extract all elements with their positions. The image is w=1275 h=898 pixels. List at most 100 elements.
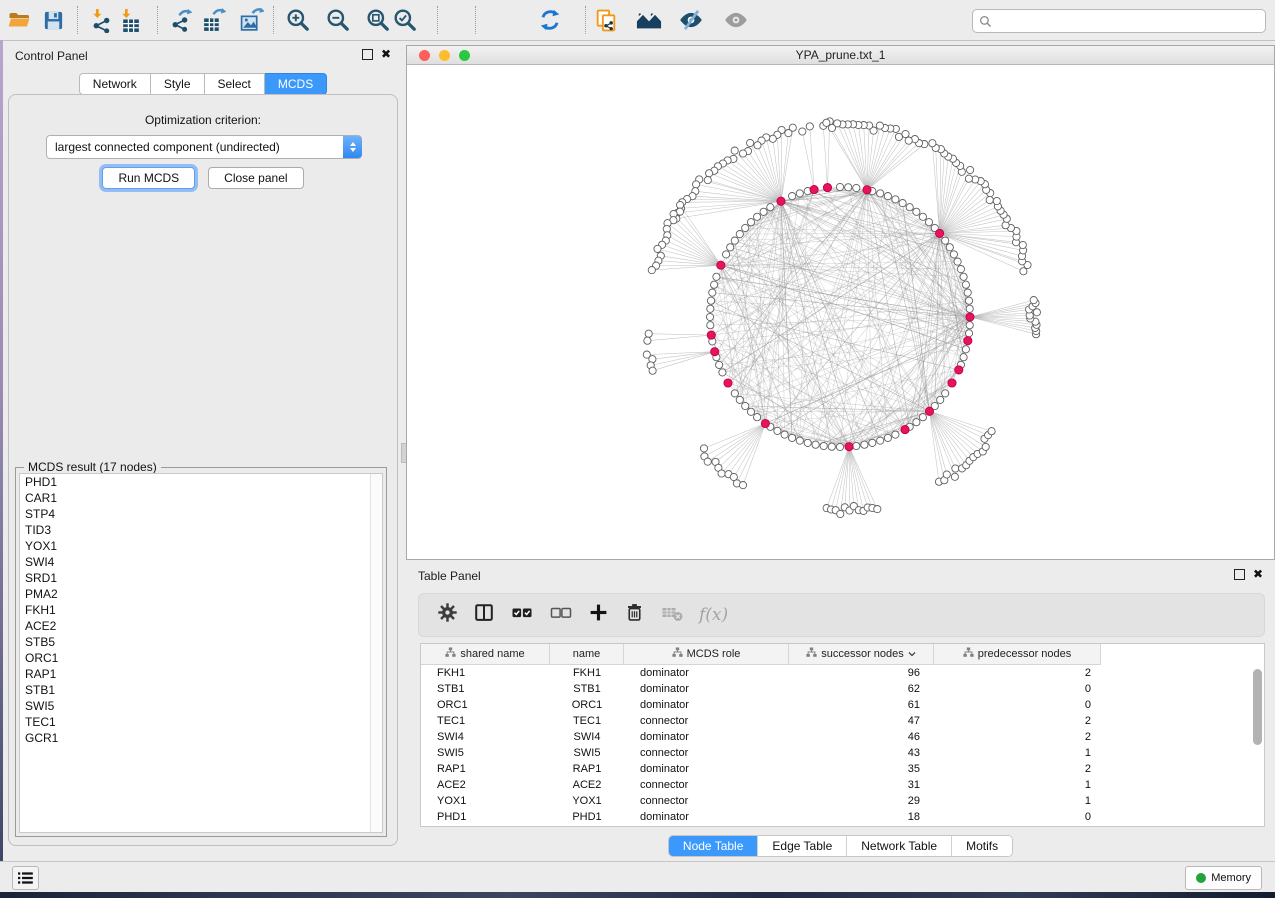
table-vertical-scrollbar[interactable] bbox=[1253, 666, 1262, 824]
tab-style[interactable]: Style bbox=[151, 73, 205, 95]
table-row[interactable]: PHD1PHD1dominator180 bbox=[421, 809, 1264, 825]
graph-leaf-node[interactable] bbox=[874, 506, 881, 513]
graph-node[interactable] bbox=[954, 258, 961, 265]
graph-node[interactable] bbox=[925, 219, 932, 226]
tab-node-table[interactable]: Node Table bbox=[669, 836, 758, 856]
export-image-icon[interactable] bbox=[238, 7, 264, 33]
graph-node[interactable] bbox=[965, 330, 972, 337]
refresh-layout-icon[interactable] bbox=[537, 7, 563, 33]
graph-node[interactable] bbox=[892, 196, 899, 203]
zoom-fit-icon[interactable] bbox=[365, 7, 391, 33]
show-columns-icon[interactable] bbox=[473, 602, 495, 629]
open-file-icon[interactable] bbox=[6, 7, 32, 33]
zoom-in-icon[interactable] bbox=[285, 7, 311, 33]
memory-button[interactable]: Memory bbox=[1185, 866, 1262, 890]
mcds-result-item[interactable]: SRD1 bbox=[20, 570, 382, 586]
graph-node[interactable] bbox=[731, 390, 738, 397]
graph-leaf-node[interactable] bbox=[993, 197, 1000, 204]
graph-node[interactable] bbox=[812, 441, 819, 448]
mcds-result-item[interactable]: TID3 bbox=[20, 522, 382, 538]
graph-mcds-hub-node[interactable] bbox=[777, 197, 785, 205]
graph-leaf-node[interactable] bbox=[677, 201, 684, 208]
motif-houses-icon[interactable] bbox=[636, 7, 662, 33]
search-input[interactable] bbox=[996, 13, 1265, 29]
graph-node[interactable] bbox=[804, 439, 811, 446]
graph-leaf-node[interactable] bbox=[943, 471, 950, 478]
zoom-selected-icon[interactable] bbox=[392, 7, 418, 33]
table-settings-gear-icon[interactable] bbox=[437, 602, 458, 628]
graph-leaf-node[interactable] bbox=[785, 130, 792, 137]
table-row[interactable]: SWI5SWI5connector431 bbox=[421, 745, 1264, 761]
table-row[interactable]: TEC1TEC1connector472 bbox=[421, 713, 1264, 729]
delete-column-trash-icon[interactable] bbox=[624, 602, 645, 628]
clone-network-icon[interactable] bbox=[593, 7, 619, 33]
graph-node[interactable] bbox=[877, 437, 884, 444]
mcds-result-item[interactable]: GCR1 bbox=[20, 730, 382, 746]
float-table-panel-icon[interactable] bbox=[1234, 569, 1245, 580]
graph-node[interactable] bbox=[964, 289, 971, 296]
graph-node[interactable] bbox=[723, 251, 730, 258]
graph-leaf-node[interactable] bbox=[905, 137, 912, 144]
add-column-icon[interactable] bbox=[588, 602, 609, 628]
graph-leaf-node[interactable] bbox=[986, 196, 993, 203]
graph-node[interactable] bbox=[742, 402, 749, 409]
graph-node[interactable] bbox=[706, 313, 713, 320]
graph-node[interactable] bbox=[731, 237, 738, 244]
graph-node[interactable] bbox=[942, 390, 949, 397]
graph-mcds-hub-node[interactable] bbox=[925, 407, 933, 415]
graph-mcds-hub-node[interactable] bbox=[863, 186, 871, 194]
mcds-result-item[interactable]: STP4 bbox=[20, 506, 382, 522]
graph-leaf-node[interactable] bbox=[644, 337, 651, 344]
graph-leaf-node[interactable] bbox=[965, 175, 972, 182]
result-list-scrollbar[interactable] bbox=[370, 474, 382, 832]
select-all-rows-icon[interactable] bbox=[510, 601, 534, 630]
table-row[interactable]: RAP1RAP1dominator352 bbox=[421, 761, 1264, 777]
graph-leaf-node[interactable] bbox=[649, 367, 656, 374]
graph-node[interactable] bbox=[899, 200, 906, 207]
mcds-result-item[interactable]: CAR1 bbox=[20, 490, 382, 506]
graph-node[interactable] bbox=[913, 208, 920, 215]
mcds-result-item[interactable]: PHD1 bbox=[20, 474, 382, 490]
graph-node[interactable] bbox=[960, 273, 967, 280]
table-row[interactable]: SWI4SWI4dominator462 bbox=[421, 729, 1264, 745]
graph-node[interactable] bbox=[774, 427, 781, 434]
graph-node[interactable] bbox=[820, 442, 827, 449]
graph-node[interactable] bbox=[796, 437, 803, 444]
graph-node[interactable] bbox=[946, 244, 953, 251]
graph-leaf-node[interactable] bbox=[828, 124, 835, 131]
graph-node[interactable] bbox=[828, 443, 835, 450]
graph-leaf-node[interactable] bbox=[645, 330, 652, 337]
mcds-result-item[interactable]: YOX1 bbox=[20, 538, 382, 554]
network-canvas[interactable] bbox=[407, 65, 1274, 559]
graph-mcds-hub-node[interactable] bbox=[964, 337, 972, 345]
column-header-shared-name[interactable]: shared name bbox=[421, 644, 550, 664]
graph-mcds-hub-node[interactable] bbox=[810, 186, 818, 194]
graph-leaf-node[interactable] bbox=[823, 119, 830, 126]
graph-node[interactable] bbox=[747, 219, 754, 226]
mcds-result-item[interactable]: STB1 bbox=[20, 682, 382, 698]
graph-leaf-node[interactable] bbox=[799, 128, 806, 135]
graph-node[interactable] bbox=[767, 204, 774, 211]
graph-node[interactable] bbox=[966, 322, 973, 329]
mcds-result-item[interactable]: PMA2 bbox=[20, 586, 382, 602]
graph-node[interactable] bbox=[796, 190, 803, 197]
graph-leaf-node[interactable] bbox=[648, 267, 655, 274]
search-field[interactable] bbox=[972, 9, 1266, 33]
graph-node[interactable] bbox=[742, 224, 749, 231]
graph-node[interactable] bbox=[707, 322, 714, 329]
graph-node[interactable] bbox=[884, 193, 891, 200]
graph-node[interactable] bbox=[942, 237, 949, 244]
graph-leaf-node[interactable] bbox=[739, 482, 746, 489]
graph-leaf-node[interactable] bbox=[747, 139, 754, 146]
column-header-name[interactable]: name bbox=[550, 644, 624, 664]
close-table-panel-icon[interactable]: ✖ bbox=[1253, 570, 1263, 579]
graph-mcds-hub-node[interactable] bbox=[936, 229, 944, 237]
graph-node[interactable] bbox=[960, 354, 967, 361]
tab-motifs[interactable]: Motifs bbox=[951, 836, 1012, 856]
graph-node[interactable] bbox=[884, 434, 891, 441]
graph-node[interactable] bbox=[707, 305, 714, 312]
graph-node[interactable] bbox=[736, 396, 743, 403]
graph-leaf-node[interactable] bbox=[806, 123, 813, 130]
graph-mcds-hub-node[interactable] bbox=[901, 426, 909, 434]
graph-mcds-hub-node[interactable] bbox=[717, 261, 725, 269]
